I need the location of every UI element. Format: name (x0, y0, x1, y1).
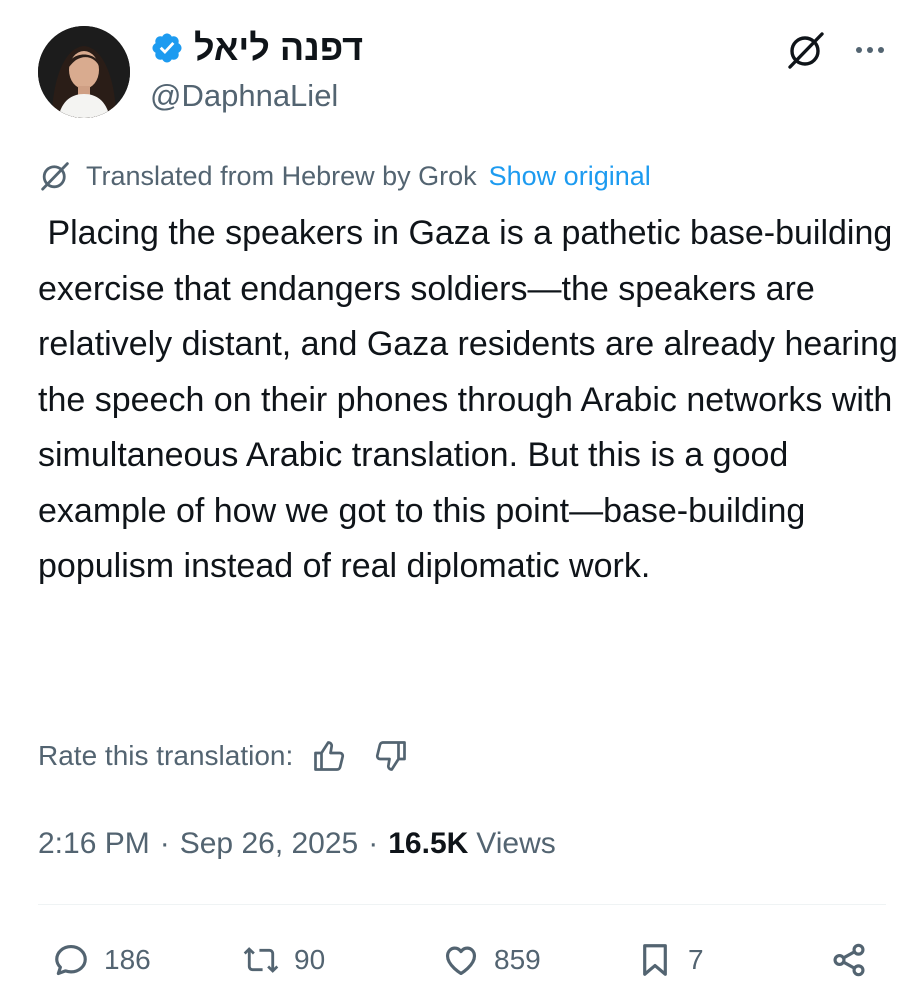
reply-count: 186 (104, 944, 151, 975)
author-display-name: דפנה ליאל (194, 27, 364, 68)
more-dot (878, 47, 884, 53)
avatar-image (38, 26, 130, 118)
show-original-link[interactable]: Show original (489, 161, 651, 192)
repost-count: 90 (294, 944, 326, 975)
rate-translation-row: Rate this translation: (38, 734, 409, 778)
translation-label: Translated from Hebrew by Grok (86, 160, 477, 191)
thumbs-down-icon[interactable] (373, 738, 409, 774)
tweet-meta: 2:16 PM · Sep 26, 2025 · 16.5K Views (38, 822, 556, 866)
bookmark-count: 7 (688, 944, 704, 975)
repost-button[interactable]: 90 (242, 932, 325, 988)
more-icon[interactable] (848, 30, 892, 70)
grok-icon (788, 32, 824, 69)
bookmark-icon (643, 944, 667, 976)
like-count: 859 (494, 944, 541, 975)
more-dot (856, 47, 862, 53)
author-handle[interactable]: @DaphnaLiel (150, 78, 338, 114)
display-name-row[interactable]: דפנה ליאל (150, 26, 363, 70)
tweet-time[interactable]: 2:16 PM (38, 827, 150, 861)
views-label: Views (476, 827, 556, 860)
thumbs-up-icon[interactable] (311, 738, 347, 774)
reply-icon (55, 944, 87, 976)
tweet-date[interactable]: Sep 26, 2025 (180, 827, 359, 861)
verified-badge-icon (150, 31, 184, 65)
share-icon (833, 943, 865, 977)
views-count: 16.5K (388, 827, 469, 860)
grok-button[interactable] (784, 28, 828, 72)
meta-separator: · (159, 827, 170, 860)
bookmark-button[interactable]: 7 (636, 932, 704, 988)
share-button[interactable] (830, 932, 868, 988)
more-dot (867, 47, 873, 53)
reply-button[interactable]: 186 (52, 932, 151, 988)
rate-translation-label: Rate this translation: (38, 740, 294, 771)
grok-icon (41, 162, 69, 191)
meta-separator: · (368, 827, 379, 860)
action-bar: 186 90 859 7 (0, 932, 924, 988)
avatar[interactable] (38, 26, 130, 118)
tweet-text: Placing the speakers in Gaza is a pathet… (38, 214, 908, 585)
like-icon (445, 946, 477, 976)
repost-icon (243, 947, 279, 973)
like-button[interactable]: 859 (442, 932, 541, 988)
divider (38, 904, 886, 905)
translation-notice: Translated from Hebrew by Grok Show orig… (38, 158, 651, 194)
